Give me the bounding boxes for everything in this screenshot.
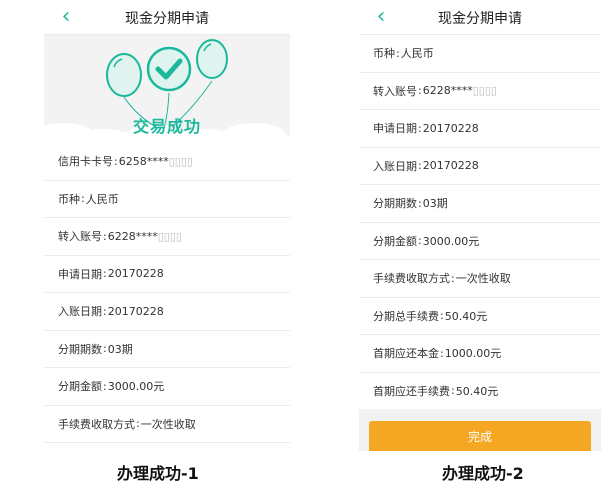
row-value: 人民币	[400, 47, 434, 61]
list-item: 入账日期:20170228	[44, 293, 290, 331]
masked-digits: ▯▯▯▯	[157, 229, 182, 243]
row-value: 20170228	[107, 267, 164, 281]
detail-list: 币种: 人民币 转入账号:6228**** ▯▯▯▯ 申请日期:20170228 入…	[359, 35, 601, 410]
row-label: 分期期数	[58, 342, 102, 356]
row-label: 分期期数	[373, 197, 417, 211]
caption-1: 办理成功-1	[117, 464, 199, 483]
row-value: 20170228	[422, 159, 479, 173]
list-item: 转入账号:6228**** ▯▯▯▯	[359, 73, 601, 110]
success-text: 交易成功	[132, 117, 201, 136]
row-value: 50.40元	[455, 384, 499, 398]
page-title: 现金分期申请	[438, 11, 522, 27]
row-label: 转入账号	[58, 230, 102, 244]
detail-list: 信用卡卡号:6258**** ▯▯▯▯ 币种: 人民币 转入账号:6228**** ▯…	[44, 143, 290, 443]
row-value: 6228****	[107, 229, 158, 243]
row-label: 转入账号	[373, 84, 417, 98]
caption-2: 办理成功-2	[442, 464, 524, 483]
list-item: 分期总手续费:50.40元	[359, 298, 601, 335]
list-item: 币种: 人民币	[359, 35, 601, 73]
row-label: 分期金额	[58, 380, 102, 394]
row-label: 首期应还本金	[373, 347, 439, 361]
list-item: 首期应还本金:1000.00元	[359, 335, 601, 373]
row-value: 20170228	[107, 304, 164, 318]
row-label: 信用卡卡号	[58, 155, 113, 169]
row-label: 手续费收取方式	[58, 417, 135, 431]
list-item: 币种: 人民币	[44, 181, 290, 218]
row-label: 手续费收取方式	[373, 272, 450, 286]
row-value: 03期	[422, 197, 448, 211]
list-item: 申请日期:20170228	[44, 256, 290, 293]
list-item: 信用卡卡号:6258**** ▯▯▯▯	[44, 143, 290, 181]
success-screen-2: ‹ 现金分期申请 币种: 人民币 转入账号:6228**** ▯▯▯▯ 申请日期:2…	[359, 0, 601, 451]
row-value: 一次性收取	[140, 417, 196, 431]
footer-area: 完成	[359, 409, 601, 451]
list-item: 分期金额:3000.00元	[359, 223, 601, 260]
row-value: 3000.00元	[107, 380, 165, 394]
row-label: 首期应还手续费	[373, 384, 450, 398]
nav-bar: ‹ 现金分期申请	[44, 0, 290, 35]
row-value: 03期	[107, 342, 133, 356]
row-label: 申请日期	[373, 122, 417, 136]
list-item: 分期期数:03期	[359, 185, 601, 223]
row-value: 6258****	[118, 154, 169, 168]
list-item: 手续费收取方式: 一次性收取	[44, 406, 290, 443]
row-value: 3000.00元	[422, 234, 480, 248]
list-item: 分期期数:03期	[44, 331, 290, 368]
row-label: 分期总手续费	[373, 309, 439, 323]
list-item: 申请日期:20170228	[359, 110, 601, 148]
list-item: 首期应还手续费:50.40元	[359, 373, 601, 410]
list-item: 分期金额:3000.00元	[44, 368, 290, 406]
row-value: 1000.00元	[444, 347, 502, 361]
row-value: 一次性收取	[455, 272, 511, 286]
row-label: 分期金额	[373, 234, 417, 248]
row-label: 入账日期	[58, 305, 102, 319]
success-screen-1: ‹ 现金分期申请 交易成功 信用卡卡号: 6258**** ▯▯▯▯ 币种:…	[44, 0, 290, 451]
masked-digits: ▯▯▯▯	[168, 154, 193, 168]
nav-bar: ‹ 现金分期申请	[359, 0, 601, 35]
page-title: 现金分期申请	[125, 11, 209, 27]
row-label: 入账日期	[373, 159, 417, 173]
row-label: 申请日期	[58, 267, 102, 281]
done-button[interactable]: 完成	[369, 421, 591, 451]
list-item: 手续费收取方式: 一次性收取	[359, 260, 601, 298]
row-value: 20170228	[422, 121, 479, 135]
list-item: 转入账号:6228**** ▯▯▯▯	[44, 218, 290, 256]
list-item: 入账日期:20170228	[359, 148, 601, 185]
row-label: 币种	[58, 192, 80, 206]
masked-digits: ▯▯▯▯	[472, 84, 497, 98]
success-hero: 交易成功	[44, 35, 290, 143]
row-value: 6228****	[422, 84, 473, 98]
row-value: 人民币	[85, 192, 119, 206]
row-label: 币种	[373, 47, 395, 61]
row-value: 50.40元	[444, 309, 488, 323]
